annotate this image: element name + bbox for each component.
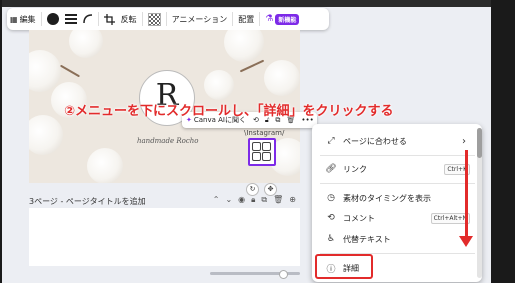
page-3-canvas[interactable] — [29, 208, 300, 266]
curve-icon — [82, 14, 92, 24]
menu-scrollbar-thumb[interactable] — [477, 128, 482, 158]
animation-label: アニメーション — [171, 14, 228, 24]
stroke-weight-button[interactable] — [62, 8, 80, 30]
color-button[interactable] — [44, 8, 62, 30]
menu-item-label: 素材のタイミングを表示 — [343, 193, 431, 203]
menu-item-label: 代替テキスト — [343, 234, 391, 244]
element-toolbar: ▦ 編集 反転 アニメーション 配置 ⚗ 新機能 — [7, 8, 329, 30]
cotton-flower — [204, 70, 234, 100]
menu-item-timing[interactable]: ◷ 素材のタイミングを表示 — [312, 189, 482, 207]
toolbar-divider — [97, 12, 99, 26]
eye-icon[interactable]: ◉ — [238, 195, 245, 205]
timing-icon: ◷ — [327, 193, 335, 203]
toolbar-divider — [232, 12, 234, 26]
toolbar-divider — [141, 12, 143, 26]
menu-item-label: ページに合わせる — [343, 136, 407, 146]
add-page-icon[interactable]: ⊕ — [289, 195, 296, 205]
expand-icon: ⤢ — [327, 136, 335, 146]
copy-icon[interactable]: ⧉ — [261, 195, 267, 205]
brand-name: handmade Rocho — [137, 137, 199, 145]
toolbar-divider — [165, 12, 167, 26]
menu-item-label: コメント — [343, 213, 375, 223]
details-highlight-box — [315, 254, 373, 279]
toolbar-divider — [259, 12, 261, 26]
transparency-button[interactable] — [145, 8, 164, 30]
paint-format-icon: ⚗ — [265, 14, 274, 24]
link-icon: 🔗︎ — [325, 164, 337, 174]
new-feature-button[interactable]: ⚗ 新機能 — [262, 8, 302, 30]
animation-button[interactable]: アニメーション — [169, 8, 231, 30]
qr-code-element[interactable] — [248, 138, 276, 166]
right-edge — [491, 0, 515, 283]
new-badge: 新機能 — [275, 13, 300, 25]
chevron-down-icon[interactable]: ⌄ — [225, 195, 232, 205]
qr-cell — [252, 152, 261, 161]
arrow-head-icon — [459, 236, 473, 247]
edit-button[interactable]: ▦ 編集 — [7, 8, 39, 30]
position-button[interactable]: 配置 — [235, 8, 257, 30]
menu-divider — [320, 155, 475, 156]
position-label: 配置 — [238, 14, 255, 24]
corner-button[interactable] — [80, 8, 96, 30]
cotton-flower — [87, 148, 123, 183]
flip-label: 反転 — [120, 14, 137, 24]
cotton-flower — [29, 115, 63, 155]
instruction-annotation: ②メニューを下にスクロールし、「詳細」をクリックする — [64, 104, 394, 119]
menu-item-link[interactable]: 🔗︎ リンク Ctrl+K — [312, 160, 482, 178]
crop-button[interactable] — [101, 8, 118, 30]
cotton-flower — [69, 30, 103, 58]
lock-icon[interactable]: 🔒︎ — [251, 195, 255, 205]
edit-icon: ▦ — [10, 14, 18, 24]
zoom-slider-handle[interactable] — [279, 270, 288, 279]
cotton-stem — [59, 64, 81, 78]
toolbar-divider — [40, 12, 42, 26]
transparency-icon — [147, 12, 161, 26]
page-title[interactable]: 3ページ - ページタイトルを追加 — [29, 196, 146, 207]
left-edge — [0, 0, 2, 283]
accessibility-icon: ♿︎ — [326, 234, 336, 244]
qr-cell — [262, 152, 271, 161]
menu-item-fit-page[interactable]: ⤢ ページに合わせる › — [312, 132, 482, 150]
chevron-up-icon[interactable]: ⌃ — [213, 195, 220, 205]
page-header: 3ページ - ページタイトルを追加 ⌃ ⌄ ◉ 🔒︎ ⧉ 🗑︎ ⊕ — [29, 194, 300, 208]
top-bar — [2, 0, 491, 7]
comment-icon: ⟲ — [327, 213, 335, 223]
qr-cell — [252, 142, 261, 151]
menu-item-label: リンク — [343, 164, 367, 174]
trash-icon[interactable]: 🗑︎ — [273, 195, 283, 205]
color-swatch-icon — [46, 13, 59, 25]
menu-item-alt-text[interactable]: ♿︎ 代替テキスト — [312, 230, 482, 248]
cotton-flower — [264, 60, 300, 96]
cotton-flower — [224, 30, 264, 62]
crop-icon — [103, 13, 115, 25]
flip-button[interactable]: 反転 — [118, 8, 140, 30]
instagram-label: \Instagram/ — [244, 129, 285, 137]
stroke-weight-icon — [64, 14, 77, 24]
app-window: ▦ 編集 反転 アニメーション 配置 ⚗ 新機能 R handmade Roch… — [0, 0, 515, 283]
scroll-arrow-annotation — [465, 150, 468, 238]
chevron-right-icon: › — [462, 135, 466, 147]
menu-divider — [320, 183, 475, 184]
edit-label: 編集 — [19, 14, 36, 24]
qr-cell — [262, 142, 271, 151]
page-actions: ⌃ ⌄ ◉ 🔒︎ ⧉ 🗑︎ ⊕ — [213, 195, 296, 205]
menu-item-comment[interactable]: ⟲ コメント Ctrl+Alt+N — [312, 209, 482, 227]
